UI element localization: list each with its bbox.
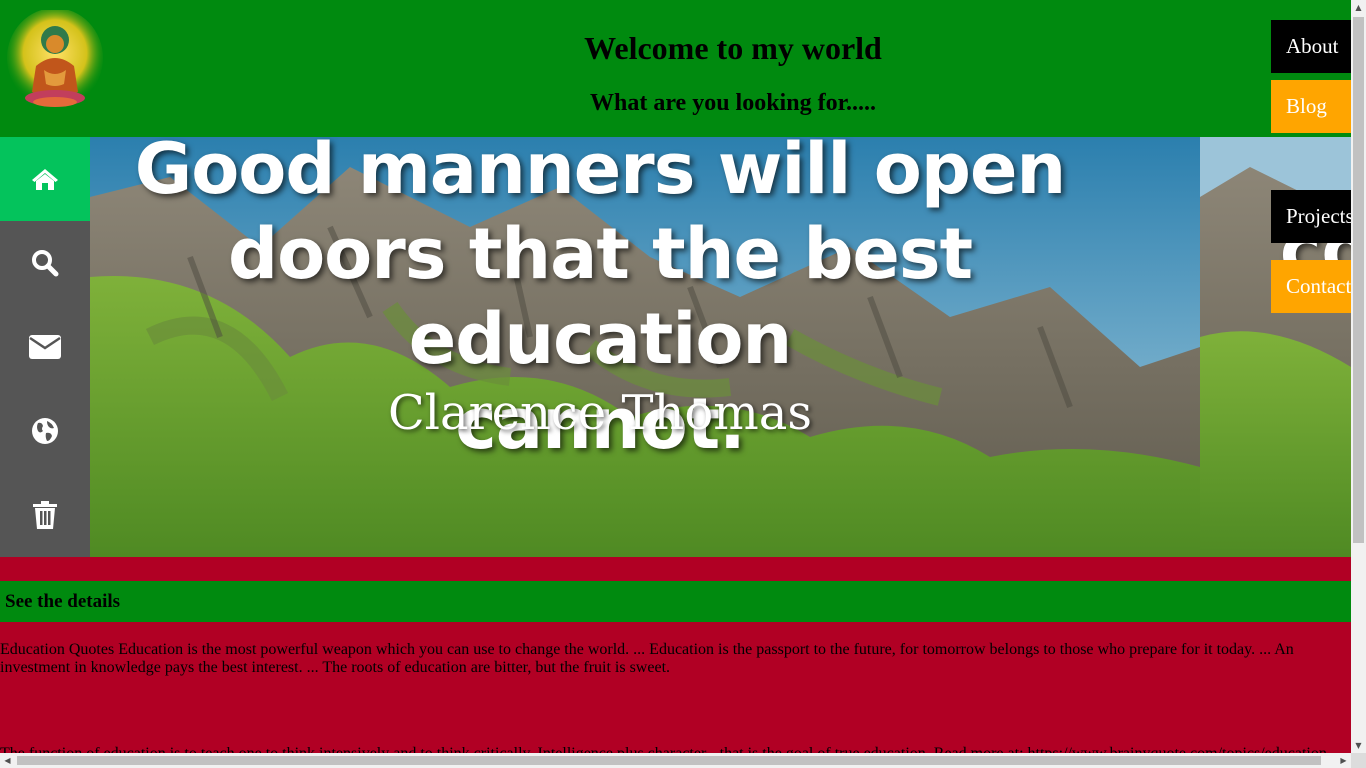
quote-line-2: doors that the best education bbox=[227, 213, 973, 380]
scroll-up-arrow-icon[interactable]: ▲ bbox=[1351, 0, 1366, 15]
sidebar-item-home[interactable] bbox=[0, 137, 90, 221]
quote-line-1: Good manners will open bbox=[134, 137, 1067, 210]
page-title: Welcome to my world bbox=[584, 30, 882, 66]
trash-icon bbox=[33, 501, 57, 529]
search-icon bbox=[32, 250, 59, 277]
horizontal-scroll-thumb[interactable] bbox=[17, 756, 1321, 765]
scroll-left-arrow-icon[interactable]: ◀ bbox=[0, 753, 15, 768]
details-bar: See the details bbox=[0, 581, 1351, 622]
site-header: Welcome to my world What are you looking… bbox=[0, 0, 1351, 137]
globe-icon bbox=[32, 418, 58, 444]
page-subtitle: What are you looking for..... bbox=[589, 90, 877, 116]
sidebar-item-globe[interactable] bbox=[0, 389, 90, 473]
nav-projects-button[interactable]: Projects bbox=[1271, 190, 1351, 243]
sidebar-item-search[interactable] bbox=[0, 221, 90, 305]
vertical-scroll-thumb[interactable] bbox=[1353, 17, 1364, 543]
details-paragraph-1: Education Quotes Education is the most p… bbox=[0, 641, 1294, 676]
sidebar-item-mail[interactable] bbox=[0, 305, 90, 389]
vertical-scrollbar[interactable]: ▲ ▼ bbox=[1351, 0, 1366, 753]
horizontal-scrollbar[interactable]: ◀ ▶ bbox=[0, 753, 1351, 768]
details-heading: See the details bbox=[5, 591, 121, 612]
quote-author: Clarence Thomas bbox=[387, 385, 813, 441]
sidebar-item-delete[interactable] bbox=[0, 473, 90, 557]
icon-sidebar bbox=[0, 137, 90, 557]
envelope-icon bbox=[29, 335, 61, 359]
hero-slideshow: Good manners will open doors that the be… bbox=[90, 137, 1351, 557]
home-icon bbox=[32, 169, 58, 190]
nav-blog-button[interactable]: Blog bbox=[1271, 80, 1351, 133]
scrollbar-corner bbox=[1351, 753, 1366, 768]
scroll-down-arrow-icon[interactable]: ▼ bbox=[1351, 738, 1366, 753]
scroll-right-arrow-icon[interactable]: ▶ bbox=[1336, 753, 1351, 768]
nav-about-button[interactable]: About bbox=[1271, 20, 1351, 73]
nav-contact-button[interactable]: Contact bbox=[1271, 260, 1351, 313]
